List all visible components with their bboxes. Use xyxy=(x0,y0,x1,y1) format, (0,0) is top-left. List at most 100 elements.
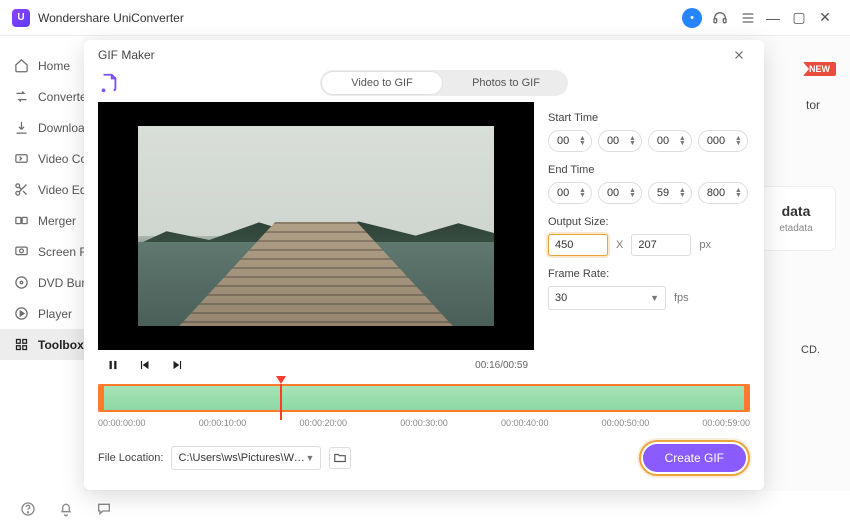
start-ms-input[interactable] xyxy=(707,135,735,147)
bg-card-metadata[interactable]: data etadata xyxy=(756,186,836,251)
add-media-icon xyxy=(98,72,120,94)
frame-rate-label: Frame Rate: xyxy=(548,268,750,280)
start-ms-spinner[interactable]: ▲▼ xyxy=(698,130,748,152)
size-unit: px xyxy=(699,239,711,251)
sidebar-item-video-editor[interactable]: Video Editor xyxy=(0,174,84,205)
window-minimize[interactable]: — xyxy=(760,10,786,26)
converter-icon xyxy=(14,89,29,104)
trim-handle-start[interactable] xyxy=(98,384,104,412)
end-ms-spinner[interactable]: ▲▼ xyxy=(698,182,748,204)
app-logo: U xyxy=(12,9,30,27)
end-sec-input[interactable] xyxy=(657,187,679,199)
headset-icon[interactable] xyxy=(708,6,732,30)
window-close[interactable]: ✕ xyxy=(812,9,838,26)
trim-handle-end[interactable] xyxy=(744,384,750,412)
create-gif-highlight: Create GIF xyxy=(639,440,750,476)
next-frame-button[interactable] xyxy=(168,356,186,374)
frame-rate-unit: fps xyxy=(674,292,689,304)
tab-video-to-gif[interactable]: Video to GIF xyxy=(321,71,443,95)
tick-label: 00:00:59:00 xyxy=(702,418,750,428)
playback-time: 00:16/00:59 xyxy=(475,360,528,371)
end-hour-spinner[interactable]: ▲▼ xyxy=(548,182,592,204)
file-location-path: C:\Users\ws\Pictures\Wonders xyxy=(178,452,305,464)
sidebar-item-label: Video Editor xyxy=(38,183,84,197)
tick-label: 00:00:30:00 xyxy=(400,418,448,428)
file-location-label: File Location: xyxy=(98,452,163,464)
titlebar: U Wondershare UniConverter • — ▢ ✕ xyxy=(0,0,850,36)
output-width-input[interactable] xyxy=(548,234,608,256)
gif-maker-modal: GIF Maker Video to GIF Photos to GIF xyxy=(84,40,764,490)
menu-icon[interactable] xyxy=(736,6,760,30)
sidebar-item-player[interactable]: Player xyxy=(0,298,84,329)
sidebar-item-screen-recorder[interactable]: Screen Recorder xyxy=(0,236,84,267)
screen-record-icon xyxy=(14,244,29,259)
file-location-select[interactable]: C:\Users\ws\Pictures\Wonders ▼ xyxy=(171,446,321,470)
download-icon xyxy=(14,120,29,135)
help-icon[interactable] xyxy=(18,499,38,519)
mode-tabs: Video to GIF Photos to GIF xyxy=(320,70,568,96)
bg-text-cd: CD. xyxy=(801,344,820,356)
scissors-icon xyxy=(14,182,29,197)
sidebar-item-label: Player xyxy=(38,307,72,321)
sidebar-item-video-compressor[interactable]: Video Compressor xyxy=(0,143,84,174)
start-min-spinner[interactable]: ▲▼ xyxy=(598,130,642,152)
app-title: Wondershare UniConverter xyxy=(38,11,184,25)
create-gif-label: Create GIF xyxy=(665,451,724,465)
create-gif-button[interactable]: Create GIF xyxy=(643,444,746,472)
end-min-input[interactable] xyxy=(607,187,629,199)
start-hour-input[interactable] xyxy=(557,135,579,147)
tab-label: Photos to GIF xyxy=(472,77,540,89)
sidebar-item-home[interactable]: Home xyxy=(0,50,84,81)
tick-label: 00:00:00:00 xyxy=(98,418,146,428)
end-min-spinner[interactable]: ▲▼ xyxy=(598,182,642,204)
end-hour-input[interactable] xyxy=(557,187,579,199)
start-sec-input[interactable] xyxy=(657,135,679,147)
modal-close-button[interactable] xyxy=(728,44,750,66)
sidebar-item-downloader[interactable]: Downloader xyxy=(0,112,84,143)
sidebar-item-label: Video Compressor xyxy=(38,152,84,166)
sidebar-item-toolbox[interactable]: Toolbox xyxy=(0,329,84,360)
tab-photos-to-gif[interactable]: Photos to GIF xyxy=(444,70,568,96)
output-height-input[interactable] xyxy=(631,234,691,256)
add-media-button[interactable] xyxy=(98,72,120,94)
playhead[interactable] xyxy=(276,376,286,384)
start-sec-spinner[interactable]: ▲▼ xyxy=(648,130,692,152)
window-maximize[interactable]: ▢ xyxy=(786,9,812,26)
skip-forward-icon xyxy=(170,358,184,372)
start-hour-spinner[interactable]: ▲▼ xyxy=(548,130,592,152)
bg-text-tor: tor xyxy=(806,98,820,112)
sidebar-item-merger[interactable]: Merger xyxy=(0,205,84,236)
video-controls: 00:16/00:59 xyxy=(98,350,534,380)
toolbox-icon xyxy=(14,337,29,352)
home-icon xyxy=(14,58,29,73)
bell-icon[interactable] xyxy=(56,499,76,519)
new-badge: NEW xyxy=(803,62,836,76)
frame-rate-select[interactable]: 30 ▼ xyxy=(548,286,666,310)
open-folder-button[interactable] xyxy=(329,447,351,469)
bottom-bar xyxy=(0,491,850,527)
folder-icon xyxy=(333,451,347,465)
trim-timeline[interactable] xyxy=(98,384,750,412)
end-ms-input[interactable] xyxy=(707,187,735,199)
sidebar-item-label: Home xyxy=(38,59,70,73)
pause-button[interactable] xyxy=(104,356,122,374)
modal-title: GIF Maker xyxy=(98,48,155,62)
bg-card-sub: etadata xyxy=(763,223,829,234)
sidebar-item-label: DVD Burner xyxy=(38,276,84,290)
feedback-icon[interactable] xyxy=(94,499,114,519)
start-time-label: Start Time xyxy=(548,112,750,124)
tick-label: 00:00:40:00 xyxy=(501,418,549,428)
modal-header: GIF Maker xyxy=(84,40,764,70)
end-sec-spinner[interactable]: ▲▼ xyxy=(648,182,692,204)
account-avatar[interactable]: • xyxy=(680,6,704,30)
frame-rate-value: 30 xyxy=(555,292,567,304)
start-min-input[interactable] xyxy=(607,135,629,147)
sidebar-item-label: Toolbox xyxy=(38,338,84,352)
sidebar-item-converter[interactable]: Converter xyxy=(0,81,84,112)
video-preview[interactable] xyxy=(98,102,534,350)
sidebar-item-dvd-burner[interactable]: DVD Burner xyxy=(0,267,84,298)
prev-frame-button[interactable] xyxy=(136,356,154,374)
output-size-label: Output Size: xyxy=(548,216,750,228)
video-thumbnail xyxy=(138,126,494,326)
bg-card-title: data xyxy=(763,203,829,219)
